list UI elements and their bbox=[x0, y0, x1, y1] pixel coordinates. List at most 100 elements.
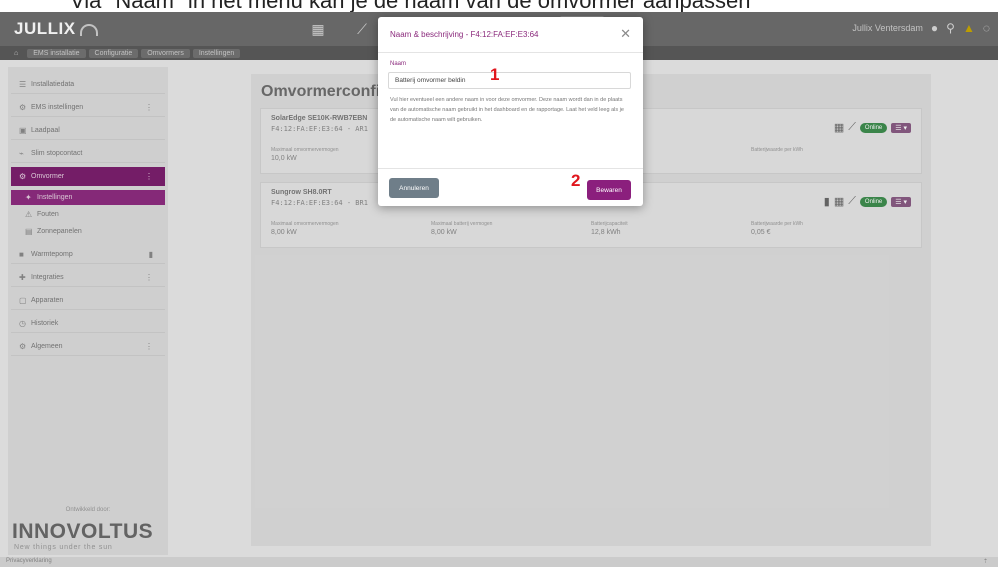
cancel-button[interactable]: Annuleren bbox=[389, 178, 439, 198]
sidebar-item-label: Warmtepomp bbox=[31, 250, 73, 258]
sidebar: ☰ Installatiedata ⚙ EMS instellingen ⋮ ▣ Laa… bbox=[8, 67, 168, 555]
field: Maximaal omvormervermogen 8,00 kW bbox=[271, 221, 431, 236]
user-name[interactable]: Jullix Ventersdam bbox=[852, 23, 923, 33]
name-input[interactable] bbox=[388, 72, 631, 89]
inverter-name: Sungrow SH8.0RT bbox=[271, 189, 332, 196]
sidebar-item-integraties[interactable]: ✚ Integraties ⋮ bbox=[11, 268, 165, 287]
field: Batterijwaarde per kWh 0,05 € bbox=[751, 221, 911, 236]
graph-icon: ⟋ bbox=[848, 195, 856, 207]
field-label: Batterijcapaciteit bbox=[591, 221, 628, 227]
sidebar-item-label: Installatiedata bbox=[31, 80, 75, 88]
inverter-icons: ▮ ▦ ⟋ Online ☰ ▾ bbox=[824, 195, 911, 208]
field-label: Batterijwaarde per kWh bbox=[751, 147, 803, 153]
list-icon: ☰ bbox=[19, 79, 27, 89]
document-caption: Via "Naam" in het menu kan je de naam va… bbox=[0, 0, 998, 12]
sidebar-item-label: EMS instellingen bbox=[31, 103, 84, 111]
sidebar-item-omvormer[interactable]: ⚙ Omvormer ⋮ bbox=[11, 167, 165, 186]
rename-dialog: Naam & beschrijving - F4:12:FA:EF:E3:64 … bbox=[378, 17, 643, 206]
puzzle-icon: ✚ bbox=[19, 272, 26, 282]
sidebar-item-label: Algemeen bbox=[31, 342, 63, 350]
breadcrumb-item[interactable]: Configuratie bbox=[88, 48, 139, 58]
sidebar-item-laadpaal[interactable]: ▣ Laadpaal bbox=[11, 121, 165, 140]
sidebar-item-apparaten[interactable]: ▢ Apparaten bbox=[11, 291, 165, 310]
history-icon: ◷ bbox=[19, 318, 26, 328]
inverter-icons: ▦ ⟋ Online ☰ ▾ bbox=[834, 121, 911, 134]
sidebar-item-label: Fouten bbox=[37, 211, 59, 218]
home-icon[interactable]: ⌂ bbox=[8, 49, 24, 58]
sidebar-item-fouten[interactable]: ⚠ Fouten bbox=[11, 207, 165, 222]
save-button[interactable]: Bewaren bbox=[587, 180, 631, 200]
brand-logo: INNOVOLTUS bbox=[12, 520, 154, 543]
device-icon: ▢ bbox=[19, 295, 27, 305]
field-value: 8,00 kW bbox=[271, 229, 297, 236]
gear-icon: ⚙ bbox=[19, 102, 27, 112]
solar-panel-icon: ▤ bbox=[25, 227, 33, 236]
gear-icon: ⚙ bbox=[19, 341, 27, 351]
inverter-mac: F4:12:FA:EF:E3:64 - BR1 bbox=[271, 199, 368, 207]
page-title: Omvormerconfi bbox=[261, 83, 381, 100]
sidebar-item-installatiedata[interactable]: ☰ Installatiedata bbox=[11, 75, 165, 94]
sidebar-item-label: Slim stopcontact bbox=[31, 149, 83, 157]
more-icon: ⋮ bbox=[145, 172, 153, 181]
user-icon[interactable]: ● bbox=[931, 21, 938, 35]
dialog-title: Naam & beschrijving - F4:12:FA:EF:E3:64 bbox=[390, 30, 539, 39]
scroll-top-icon[interactable]: ⇡ bbox=[983, 558, 988, 565]
dashboard-icon[interactable]: ▦ bbox=[296, 16, 340, 42]
sidebar-item-historiek[interactable]: ◷ Historiek bbox=[11, 314, 165, 333]
plug-icon: ⌁ bbox=[19, 148, 24, 158]
sidebar-item-slim-stopcontact[interactable]: ⌁ Slim stopcontact bbox=[11, 144, 165, 163]
status-badge: Online bbox=[859, 122, 888, 133]
field-label: Maximaal omvormervermogen bbox=[271, 221, 339, 227]
brand-tagline: New things under the sun bbox=[14, 544, 113, 551]
battery-icon: ▮ bbox=[823, 196, 830, 208]
more-icon: ⋮ bbox=[145, 272, 153, 282]
field: Maximaal batterij vermogen 8,00 kW bbox=[431, 221, 591, 236]
field: Batterijwaarde per kWh bbox=[751, 147, 911, 162]
sidebar-item-label: Zonnepanelen bbox=[37, 228, 82, 235]
sidebar-item-label: Laadpaal bbox=[31, 126, 60, 134]
footer-bar: Privacyverklaring ⇡ bbox=[0, 557, 998, 567]
settings-icon: ✦ bbox=[25, 193, 32, 202]
sidebar-item-label: Omvormer bbox=[31, 173, 65, 180]
breadcrumb-item[interactable]: EMS installatie bbox=[27, 48, 86, 58]
solar-panel-icon: ▦ bbox=[833, 196, 845, 208]
more-icon: ⋮ bbox=[145, 102, 153, 112]
help-text: Vul hier eventueel een andere naam in vo… bbox=[390, 97, 624, 123]
gear-icon: ⚙ bbox=[19, 172, 27, 181]
field-value: 0,05 € bbox=[751, 229, 771, 236]
inverter-menu-button[interactable]: ☰ ▾ bbox=[891, 122, 911, 133]
name-field-label: Naam bbox=[390, 61, 407, 67]
inverter-name: SolarEdge SE10K-RWB7EBN bbox=[271, 115, 368, 122]
solar-panel-icon: ▦ bbox=[833, 122, 845, 134]
search-icon[interactable]: ⚲ bbox=[946, 21, 955, 35]
breadcrumb-item[interactable]: Omvormers bbox=[141, 48, 190, 58]
charger-icon: ▣ bbox=[19, 125, 27, 135]
privacy-link[interactable]: Privacyverklaring bbox=[6, 558, 52, 564]
sidebar-item-ems-instellingen[interactable]: ⚙ EMS instellingen ⋮ bbox=[11, 98, 165, 117]
inverter-fields: Maximaal omvormervermogen 8,00 kW Maximaa… bbox=[271, 221, 911, 236]
field-label: Maximaal batterij vermogen bbox=[431, 221, 493, 227]
field-value: 12,8 kWh bbox=[591, 229, 621, 236]
sidebar-item-algemeen[interactable]: ⚙ Algemeen ⋮ bbox=[11, 337, 165, 356]
divider bbox=[378, 168, 643, 169]
sidebar-item-warmtepomp[interactable]: ■ Warmtepomp ▮ bbox=[11, 245, 165, 264]
app-logo[interactable]: JULLIX bbox=[14, 19, 98, 39]
sidebar-item-zonnepanelen[interactable]: ▤ Zonnepanelen bbox=[11, 224, 165, 239]
annotation-marker-1: 1 bbox=[490, 65, 500, 84]
divider bbox=[378, 52, 643, 53]
sidebar-item-instellingen[interactable]: ✦ Instellingen bbox=[11, 190, 165, 205]
status-badge: Online bbox=[859, 196, 888, 207]
user-area: Jullix Ventersdam ● ⚲ ▲ ◌ bbox=[852, 21, 990, 35]
annotation-marker-2: 2 bbox=[571, 171, 581, 190]
sun-logo-icon bbox=[79, 23, 98, 36]
logo-text: JULLIX bbox=[14, 19, 76, 38]
bell-icon[interactable]: ▲ bbox=[963, 21, 975, 35]
inverter-menu-button[interactable]: ☰ ▾ bbox=[891, 196, 911, 207]
graph-icon: ⟋ bbox=[848, 121, 856, 133]
warning-icon: ⚠ bbox=[25, 210, 33, 219]
close-icon[interactable]: ✕ bbox=[620, 26, 631, 42]
breadcrumb-item[interactable]: Instellingen bbox=[192, 48, 241, 58]
battery-icon: ▮ bbox=[148, 249, 153, 259]
field: Batterijcapaciteit 12,8 kWh bbox=[591, 221, 751, 236]
power-icon[interactable]: ◌ bbox=[983, 21, 990, 35]
